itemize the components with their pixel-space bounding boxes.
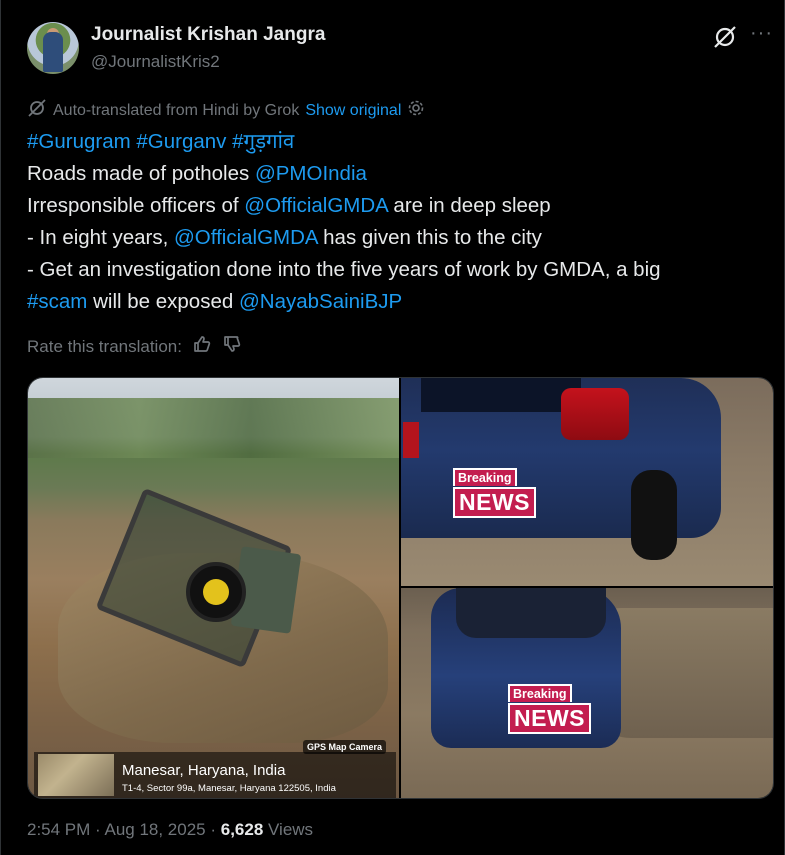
hashtag-scam[interactable]: #scam bbox=[27, 290, 87, 313]
avatar[interactable] bbox=[27, 22, 79, 74]
left-border bbox=[0, 0, 1, 855]
map-thumbnail bbox=[38, 754, 114, 796]
show-original-link[interactable]: Show original bbox=[305, 102, 401, 120]
breaking-label-2: Breaking bbox=[508, 684, 572, 702]
photo-overturned-autorickshaw[interactable]: GPS Map Camera Manesar, Haryana, India T… bbox=[28, 378, 399, 798]
views-label: Views bbox=[263, 820, 314, 839]
news-label-2: NEWS bbox=[508, 703, 591, 734]
gps-location-address: T1-4, Sector 99a, Manesar, Haryana 12250… bbox=[122, 783, 336, 794]
tweet-line-6: #scam will be exposed @NayabSainiBJP bbox=[27, 290, 403, 313]
thumbs-down-icon[interactable] bbox=[222, 334, 242, 359]
tweet-line-4: - In eight years, @OfficialGMDA has give… bbox=[27, 226, 542, 249]
grok-small-icon bbox=[27, 98, 47, 123]
breaking-label: Breaking bbox=[453, 468, 517, 486]
photo-car-front-pothole[interactable]: Breaking NEWS bbox=[401, 588, 773, 798]
mention-officialgmda-2[interactable]: @OfficialGMDA bbox=[174, 226, 317, 249]
author-handle[interactable]: @JournalistKris2 bbox=[91, 52, 220, 72]
photo-car-rear[interactable]: Breaking NEWS bbox=[401, 378, 773, 586]
timestamp[interactable]: 2:54 PM · Aug 18, 2025 · bbox=[27, 820, 221, 839]
tweet-meta: 2:54 PM · Aug 18, 2025 · 6,628 Views bbox=[27, 820, 313, 840]
media-grid[interactable]: GPS Map Camera Manesar, Haryana, India T… bbox=[27, 377, 774, 799]
tweet-text: #Gurugram #Gurganv #गुड़गांव Roads made … bbox=[27, 126, 767, 318]
settings-gear-icon[interactable] bbox=[407, 99, 425, 122]
gps-location-title: Manesar, Haryana, India bbox=[122, 762, 286, 779]
mention-nayabsainibjp[interactable]: @NayabSainiBJP bbox=[239, 290, 402, 313]
mention-officialgmda[interactable]: @OfficialGMDA bbox=[244, 194, 387, 217]
rate-translation: Rate this translation: bbox=[27, 334, 242, 359]
mention-pmoindia[interactable]: @PMOIndia bbox=[255, 162, 367, 185]
views-count: 6,628 bbox=[220, 820, 264, 839]
tweet-line-3: Irresponsible officers of @OfficialGMDA … bbox=[27, 194, 551, 217]
rate-label: Rate this translation: bbox=[27, 336, 182, 356]
translation-label: Auto-translated from Hindi by Grok bbox=[53, 101, 300, 119]
grok-icon[interactable] bbox=[712, 24, 738, 50]
translation-bar: Auto-translated from Hindi by Grok Show … bbox=[27, 98, 425, 123]
hashtag-gurgaon-hindi[interactable]: #गुड़गांव bbox=[232, 130, 294, 153]
news-label: NEWS bbox=[453, 487, 536, 518]
more-options-icon[interactable]: ··· bbox=[750, 22, 773, 45]
breaking-news-overlay: Breaking NEWS bbox=[453, 468, 536, 518]
breaking-news-overlay-2: Breaking NEWS bbox=[508, 684, 591, 734]
gps-location-overlay: Manesar, Haryana, India T1-4, Sector 99a… bbox=[34, 752, 396, 798]
hashtags-line: #Gurugram #Gurganv #गुड़गांव bbox=[27, 126, 767, 158]
hashtag-gurganv[interactable]: #Gurganv bbox=[136, 130, 226, 153]
thumbs-up-icon[interactable] bbox=[192, 334, 212, 359]
author-name[interactable]: Journalist Krishan Jangra bbox=[91, 24, 325, 46]
tweet-line-2: Roads made of potholes @PMOIndia bbox=[27, 162, 367, 185]
tweet-line-5: - Get an investigation done into the fiv… bbox=[27, 258, 661, 281]
hashtag-gurugram[interactable]: #Gurugram bbox=[27, 130, 131, 153]
